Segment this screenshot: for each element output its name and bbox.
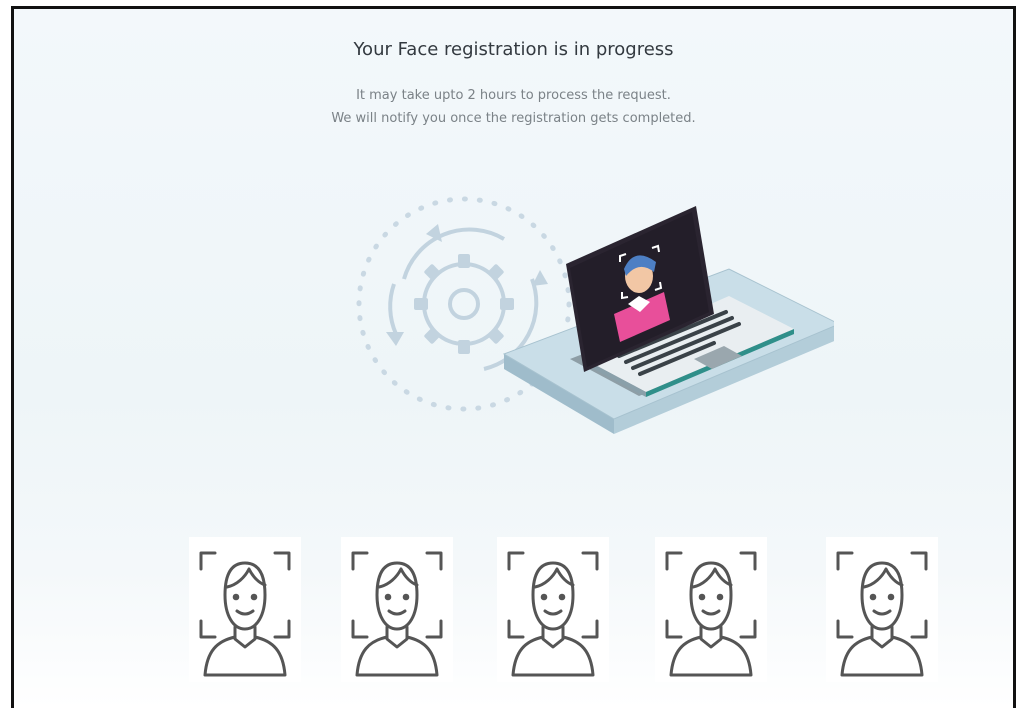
face-scan-icon-row bbox=[189, 537, 949, 687]
face-scan-icon bbox=[826, 537, 938, 682]
face-scan-icon bbox=[189, 537, 301, 682]
page-title: Your Face registration is in progress bbox=[353, 39, 674, 60]
face-scan-icon bbox=[655, 537, 767, 682]
face-scan-icon bbox=[341, 537, 453, 682]
info-text-line-2: We will notify you once the registration… bbox=[331, 111, 696, 126]
registration-panel: Your Face registration is in progress It… bbox=[11, 6, 1016, 708]
face-scan-icon bbox=[497, 537, 609, 682]
info-text-line-1: It may take upto 2 hours to process the … bbox=[356, 88, 671, 103]
laptop-face-scan-illustration bbox=[334, 184, 841, 484]
